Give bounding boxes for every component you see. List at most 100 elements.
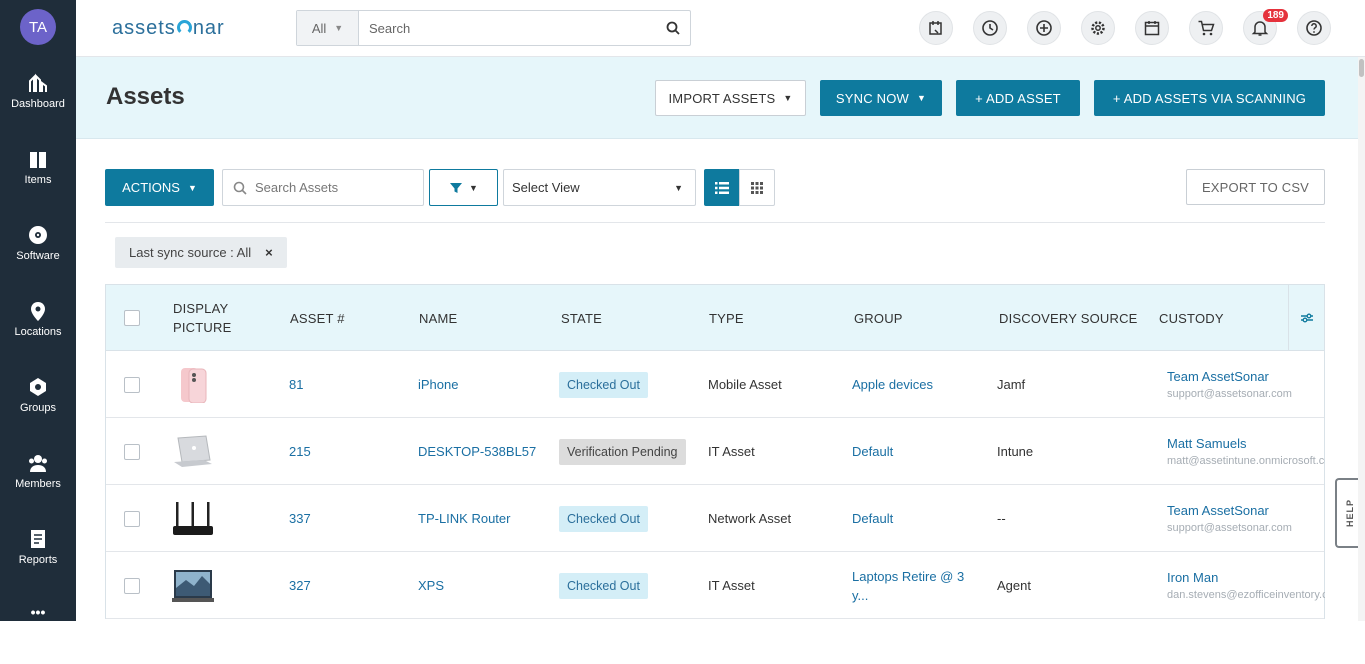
add-asset-button[interactable]: + ADD ASSET (956, 80, 1080, 116)
asset-name-link[interactable]: TP-LINK Router (418, 485, 510, 552)
column-header-custody[interactable]: CUSTODY (1159, 285, 1224, 351)
reports-icon (31, 530, 45, 548)
asset-type: IT Asset (708, 578, 755, 593)
toolbar-divider (105, 222, 1325, 223)
sidebar-item-groups[interactable]: Groups (0, 376, 76, 436)
groups-icon (30, 378, 46, 396)
sync-now-button[interactable]: SYNC NOW ▼ (820, 80, 942, 116)
asset-name-link[interactable]: DESKTOP-538BL57 (418, 418, 536, 485)
table-row[interactable]: 81 iPhone Checked Out Mobile Asset Apple… (106, 351, 1324, 418)
group-link[interactable]: Laptops Retire @ 3 y... (852, 552, 964, 619)
custody-cell: Matt Samuels matt@assetintune.onmicrosof… (1167, 418, 1325, 485)
table-row[interactable]: 337 TP-LINK Router Checked Out Network A… (106, 485, 1324, 552)
grid-view-toggle[interactable] (739, 169, 775, 206)
settings-gear-icon[interactable] (1081, 11, 1115, 45)
sidebar-item-members[interactable]: Members (0, 452, 76, 512)
select-view-value: Select View (512, 180, 580, 195)
custody-email: support@assetsonar.com (1167, 388, 1292, 400)
asset-thumbnail-xps-laptop[interactable] (172, 552, 214, 619)
top-header: assets nar All ▼ 189 (76, 0, 1365, 57)
calendar-icon[interactable] (1135, 11, 1169, 45)
search-input[interactable] (359, 11, 656, 45)
select-view-dropdown[interactable]: Select View ▼ (503, 169, 696, 206)
asset-thumbnail-iphone[interactable] (172, 351, 214, 418)
actions-dropdown-button[interactable]: ACTIONS ▼ (105, 169, 214, 206)
search-scope-value: All (311, 20, 327, 36)
filter-dropdown-button[interactable]: ▼ (429, 169, 498, 206)
global-search: All ▼ (296, 10, 691, 46)
search-scope-dropdown[interactable]: All ▼ (297, 11, 359, 45)
sidebar-item-software[interactable]: Software (0, 224, 76, 284)
table-row[interactable]: 327 XPS Checked Out IT Asset Laptops Ret… (106, 552, 1325, 619)
column-settings-icon[interactable] (1288, 285, 1324, 351)
asset-name-link[interactable]: iPhone (418, 351, 458, 418)
select-all-checkbox[interactable] (124, 285, 140, 351)
column-header-asset-number[interactable]: ASSET # (290, 285, 345, 351)
asset-name-link[interactable]: XPS (418, 552, 444, 619)
column-header-discovery-source[interactable]: DISCOVERY SOURCE (999, 285, 1138, 351)
sidebar-item-label: Locations (14, 326, 62, 338)
checkout-cart-icon[interactable] (919, 11, 953, 45)
list-icon (715, 181, 729, 194)
scrollbar-thumb[interactable] (1359, 59, 1364, 77)
clock-icon[interactable] (973, 11, 1007, 45)
remove-filter-icon[interactable]: × (265, 245, 273, 260)
list-view-toggle[interactable] (704, 169, 740, 206)
row-checkbox[interactable] (124, 485, 140, 552)
add-circle-icon[interactable] (1027, 11, 1061, 45)
table-row[interactable]: 215 DESKTOP-538BL57 Verification Pending… (106, 418, 1325, 485)
import-assets-label: IMPORT ASSETS (668, 90, 776, 106)
import-assets-button[interactable]: IMPORT ASSETS ▼ (655, 80, 806, 116)
user-avatar[interactable]: TA (20, 9, 56, 45)
discovery-source: Agent (997, 578, 1031, 593)
column-header-group[interactable]: GROUP (854, 285, 903, 351)
column-header-display-picture[interactable]: DISPLAY PICTURE (173, 285, 253, 351)
search-icon[interactable] (656, 11, 690, 45)
sidebar-item-items[interactable]: Items (0, 148, 76, 208)
caret-down-icon: ▼ (917, 93, 927, 103)
sidebar-item-dashboard[interactable]: Dashboard (0, 72, 76, 132)
column-header-state[interactable]: STATE (561, 285, 602, 351)
logo-sonar-icon (176, 20, 192, 35)
asset-number-link[interactable]: 327 (289, 552, 311, 619)
cart-icon[interactable] (1189, 11, 1223, 45)
group-link[interactable]: Default (852, 418, 893, 485)
notifications-bell-icon[interactable]: 189 (1243, 9, 1288, 45)
filter-chip: Last sync source : All × (115, 237, 287, 268)
add-assets-via-scanning-button[interactable]: + ADD ASSETS VIA SCANNING (1094, 80, 1325, 116)
group-link[interactable]: Default (852, 485, 893, 552)
page-scrollbar[interactable] (1358, 57, 1365, 621)
row-checkbox[interactable] (124, 552, 140, 619)
export-to-csv-button[interactable]: EXPORT TO CSV (1186, 169, 1325, 205)
sidebar-item-locations[interactable]: Locations (0, 300, 76, 360)
help-question-icon[interactable] (1297, 11, 1331, 45)
column-header-type[interactable]: TYPE (709, 285, 744, 351)
custody-cell: Iron Man dan.stevens@ezofficeinventory.c… (1167, 552, 1325, 619)
help-tab-label: HELP (1345, 498, 1355, 527)
asset-number-link[interactable]: 337 (289, 485, 311, 552)
discovery-source: Jamf (997, 377, 1026, 392)
assetsonar-logo[interactable]: assets nar (112, 17, 225, 40)
asset-thumbnail-laptop[interactable] (172, 418, 214, 485)
search-assets-input[interactable] (255, 180, 415, 195)
custody-name-link[interactable]: Iron Man (1167, 570, 1218, 585)
custody-name-link[interactable]: Matt Samuels (1167, 436, 1246, 451)
sidebar-item-label: Reports (18, 554, 58, 566)
custody-cell: Team AssetSonar support@assetsonar.com (1167, 485, 1325, 552)
sidebar-item-label: Dashboard (11, 98, 65, 110)
row-checkbox[interactable] (124, 418, 140, 485)
search-assets-field[interactable] (222, 169, 424, 206)
asset-type: IT Asset (708, 444, 755, 459)
assets-table: DISPLAY PICTURE ASSET # NAME STATE TYPE … (105, 284, 1325, 619)
column-header-name[interactable]: NAME (419, 285, 457, 351)
sidebar-item-reports[interactable]: Reports (0, 528, 76, 588)
custody-name-link[interactable]: Team AssetSonar (1167, 503, 1269, 518)
group-link[interactable]: Apple devices (852, 351, 933, 418)
group-link-line1: Laptops Retire @ 3 (852, 568, 965, 584)
asset-number-link[interactable]: 215 (289, 418, 311, 485)
more-menu-icon[interactable]: ••• (0, 604, 76, 664)
asset-thumbnail-router[interactable] (172, 485, 214, 552)
row-checkbox[interactable] (124, 351, 140, 418)
asset-number-link[interactable]: 81 (289, 351, 303, 418)
custody-name-link[interactable]: Team AssetSonar (1167, 369, 1269, 384)
